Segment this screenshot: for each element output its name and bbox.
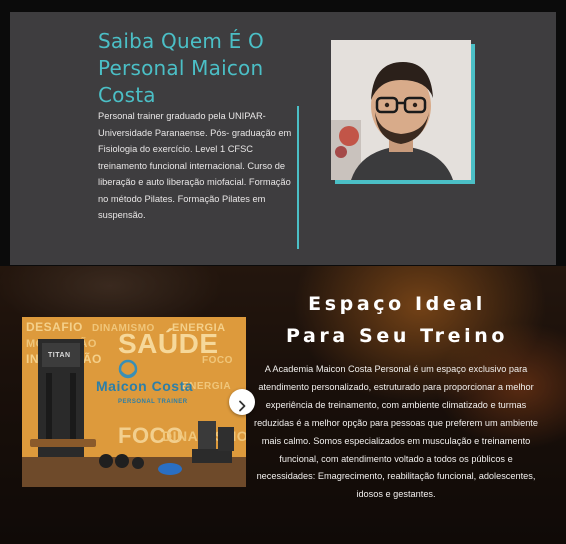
gym-photo-illustration: DESAFIO DINAMISMO ENERGIA MOTIVAÇÃO SAÚD… — [22, 317, 246, 487]
gym-photo-carousel[interactable]: DESAFIO DINAMISMO ENERGIA MOTIVAÇÃO SAÚD… — [22, 317, 246, 487]
gym-title: Espaço Ideal Para Seu Treino — [262, 288, 532, 352]
chevron-right-icon — [239, 400, 246, 411]
gym-section: DESAFIO DINAMISMO ENERGIA MOTIVAÇÃO SAÚD… — [0, 266, 566, 544]
about-bio: Personal trainer graduado pela UNIPAR- U… — [98, 111, 292, 220]
logo-subtext: PERSONAL TRAINER — [118, 399, 188, 405]
accent-divider — [297, 106, 299, 249]
wall-word: DESAFIO — [26, 320, 83, 334]
about-title: Saiba Quem É O Personal Maicon Costa — [98, 29, 264, 107]
wall-words-pattern: DESAFIO DINAMISMO ENERGIA MOTIVAÇÃO SAÚD… — [22, 317, 246, 487]
trainer-portrait — [331, 40, 471, 180]
wall-word: FOCO — [202, 355, 233, 366]
gym-description: A Academia Maicon Costa Personal é um es… — [254, 364, 538, 500]
carousel-next-button[interactable] — [229, 389, 255, 415]
trainer-photo — [331, 40, 475, 184]
gym-title-line1: Espaço Ideal — [308, 293, 486, 315]
about-section: Saiba Quem É O Personal Maicon Costa Per… — [10, 12, 556, 265]
machine-label: TITAN — [48, 352, 71, 359]
gym-title-line2: Para Seu Treino — [286, 325, 508, 347]
logo-text: Maicon Costa — [96, 378, 193, 394]
trainer-portrait-illustration — [331, 40, 471, 180]
